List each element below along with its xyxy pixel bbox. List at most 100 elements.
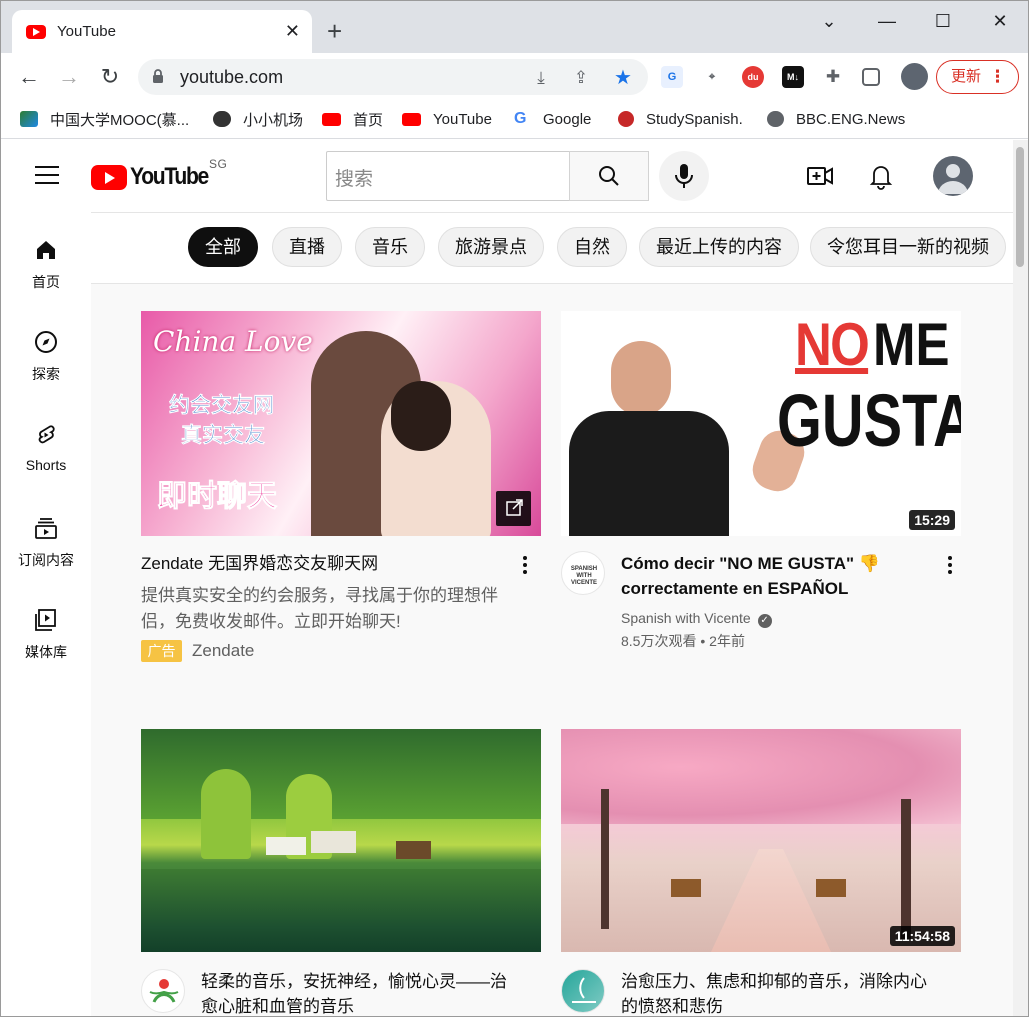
youtube-logo[interactable]: YouTube SG	[91, 157, 227, 190]
browser-tab[interactable]: YouTube ✕	[12, 10, 312, 53]
verified-icon: ✓	[757, 614, 772, 628]
forward-button[interactable]: →	[55, 63, 83, 91]
close-window-button[interactable]: ✕	[980, 9, 1020, 33]
sidebar-item-shorts[interactable]: Shorts	[1, 423, 91, 493]
thumb-text-2: 真实交友	[181, 424, 265, 447]
youtube-favicon-icon	[26, 24, 46, 39]
back-button[interactable]: ←	[15, 63, 43, 91]
video-menu-icon[interactable]	[947, 556, 953, 576]
search-button[interactable]	[569, 151, 649, 201]
thumb-house	[266, 837, 306, 855]
minimize-button[interactable]: —	[867, 9, 907, 33]
more-menu-icon[interactable]: ⋮	[989, 61, 1006, 92]
thumb-house	[311, 831, 356, 853]
thumb-house	[396, 841, 431, 859]
chip-all[interactable]: 全部	[188, 227, 258, 267]
channel-avatar[interactable]	[561, 969, 605, 1013]
bookmark-label: 首页	[353, 111, 384, 129]
video-thumbnail-ad[interactable]: China Love 约会交友网 真实交友 即时聊天	[141, 311, 541, 536]
search-input[interactable]: 搜索	[326, 151, 570, 201]
video-thumbnail[interactable]: NO ME GUSTA 15:29	[561, 311, 961, 536]
channel-name[interactable]: Spanish with Vicente	[621, 610, 751, 626]
video-menu-icon[interactable]	[522, 556, 528, 576]
video-title[interactable]: 轻柔的音乐，安抚神经，愉悦心灵——治愈心脏和血管的音乐	[201, 969, 521, 1016]
bookmark-home[interactable]: 首页	[322, 109, 383, 129]
youtube-page: YouTube SG 搜索 首页 探索 Shorts 订阅内容 媒体库 全部 直…	[1, 140, 1028, 1016]
upload-age: 2年前	[709, 633, 745, 649]
new-tab-button[interactable]: +	[327, 18, 342, 44]
thumb-text-3: 即时聊天	[157, 480, 278, 514]
video-title[interactable]: Cómo decir "NO ME GUSTA" 👎 correctamente…	[621, 551, 921, 601]
thumb-bench	[671, 879, 701, 897]
youtube-play-icon	[91, 164, 127, 190]
bookmark-studyspanish[interactable]: StudySpanish.	[618, 109, 743, 129]
url-text: youtube.com	[180, 67, 284, 87]
sidebar-item-subscriptions[interactable]: 订阅内容	[1, 516, 91, 586]
install-app-icon[interactable]: ⤓	[530, 67, 552, 89]
thumb-trunk	[901, 799, 911, 939]
sidebar-item-home[interactable]: 首页	[1, 238, 91, 308]
channel-avatar[interactable]	[141, 969, 185, 1013]
chip-nature[interactable]: 自然	[557, 227, 627, 267]
bookmark-mooc[interactable]: 中国大学MOOC(慕...	[20, 109, 189, 129]
thumb-text-no: NO	[795, 311, 870, 378]
bookmark-airport[interactable]: 小小机场	[213, 109, 303, 129]
sidebar-item-library[interactable]: 媒体库	[1, 608, 91, 678]
thumb-person-body	[569, 411, 729, 536]
mini-guide-sidebar: 首页 探索 Shorts 订阅内容 媒体库	[1, 212, 91, 1016]
chip-live[interactable]: 直播	[272, 227, 342, 267]
tab-search-icon[interactable]: ⌄	[809, 9, 849, 33]
bookmark-star-icon[interactable]: ★	[612, 67, 634, 89]
bookmark-bbc[interactable]: BBC.ENG.News	[767, 109, 905, 129]
menu-icon[interactable]	[35, 166, 59, 184]
page-scrollbar[interactable]	[1013, 140, 1028, 1016]
thumb-text-gusta: GUSTA	[777, 379, 961, 462]
maximize-button[interactable]: ☐	[923, 9, 963, 33]
channel-avatar[interactable]: SPANISH WITH VICENTE	[561, 551, 605, 595]
tracking-extension-icon[interactable]: ⌖	[701, 66, 723, 88]
youtube-icon	[402, 112, 421, 126]
video-title[interactable]: 治愈压力、焦虑和抑郁的音乐，消除内心的愤怒和悲伤	[621, 969, 941, 1016]
extensions-puzzle-icon[interactable]: ✚	[822, 66, 844, 88]
chip-attractions[interactable]: 旅游景点	[438, 227, 544, 267]
external-link-icon[interactable]	[496, 491, 531, 526]
sidebar-item-explore[interactable]: 探索	[1, 330, 91, 400]
reload-button[interactable]: ↻	[96, 63, 124, 91]
update-button[interactable]: 更新 ⋮	[936, 60, 1019, 94]
video-thumbnail[interactable]	[141, 729, 541, 952]
lock-icon[interactable]	[152, 68, 164, 84]
chip-new-to-you[interactable]: 令您耳目一新的视频	[810, 227, 1006, 267]
video-title[interactable]: Zendate 无国界婚恋交友聊天网	[141, 551, 501, 576]
update-label: 更新	[951, 68, 982, 85]
sidebar-label: 媒体库	[25, 644, 67, 660]
create-video-icon[interactable]	[806, 162, 834, 190]
filter-chips-bar: 全部 直播 音乐 旅游景点 自然 最近上传的内容 令您耳目一新的视频	[91, 212, 1013, 284]
chip-recently-uploaded[interactable]: 最近上传的内容	[639, 227, 799, 267]
profile-avatar-icon[interactable]	[901, 63, 928, 90]
globe-icon	[767, 111, 784, 127]
title-bar: YouTube ✕ + ⌄ — ☐ ✕	[1, 1, 1028, 53]
tab-close-icon[interactable]: ✕	[285, 22, 300, 40]
scrollbar-thumb[interactable]	[1016, 147, 1024, 267]
markdown-extension-icon[interactable]: M↓	[782, 66, 804, 88]
voice-search-button[interactable]	[659, 151, 709, 201]
bookmark-youtube[interactable]: YouTube	[402, 109, 492, 129]
bookmark-google[interactable]: G Google	[514, 109, 591, 129]
du-extension-icon[interactable]: du	[742, 66, 764, 88]
microphone-icon	[675, 164, 693, 188]
bookmark-label: BBC.ENG.News	[796, 110, 906, 128]
tab-title: YouTube	[57, 23, 116, 40]
thumb-person-head	[611, 341, 671, 416]
home-icon	[37, 241, 55, 259]
notifications-bell-icon[interactable]	[867, 162, 895, 190]
ad-channel-name[interactable]: Zendate	[192, 640, 254, 662]
share-icon[interactable]: ⇪	[570, 67, 592, 89]
channel-name-row[interactable]: Spanish with Vicente ✓	[621, 607, 772, 629]
address-bar[interactable]: youtube.com ⤓ ⇪ ★	[138, 59, 648, 95]
video-thumbnail[interactable]: 11:54:58	[561, 729, 961, 952]
youtube-icon	[322, 112, 341, 126]
account-avatar[interactable]	[933, 156, 973, 196]
sidepanel-icon[interactable]	[862, 68, 880, 86]
translate-extension-icon[interactable]: G	[661, 66, 683, 88]
chip-music[interactable]: 音乐	[355, 227, 425, 267]
